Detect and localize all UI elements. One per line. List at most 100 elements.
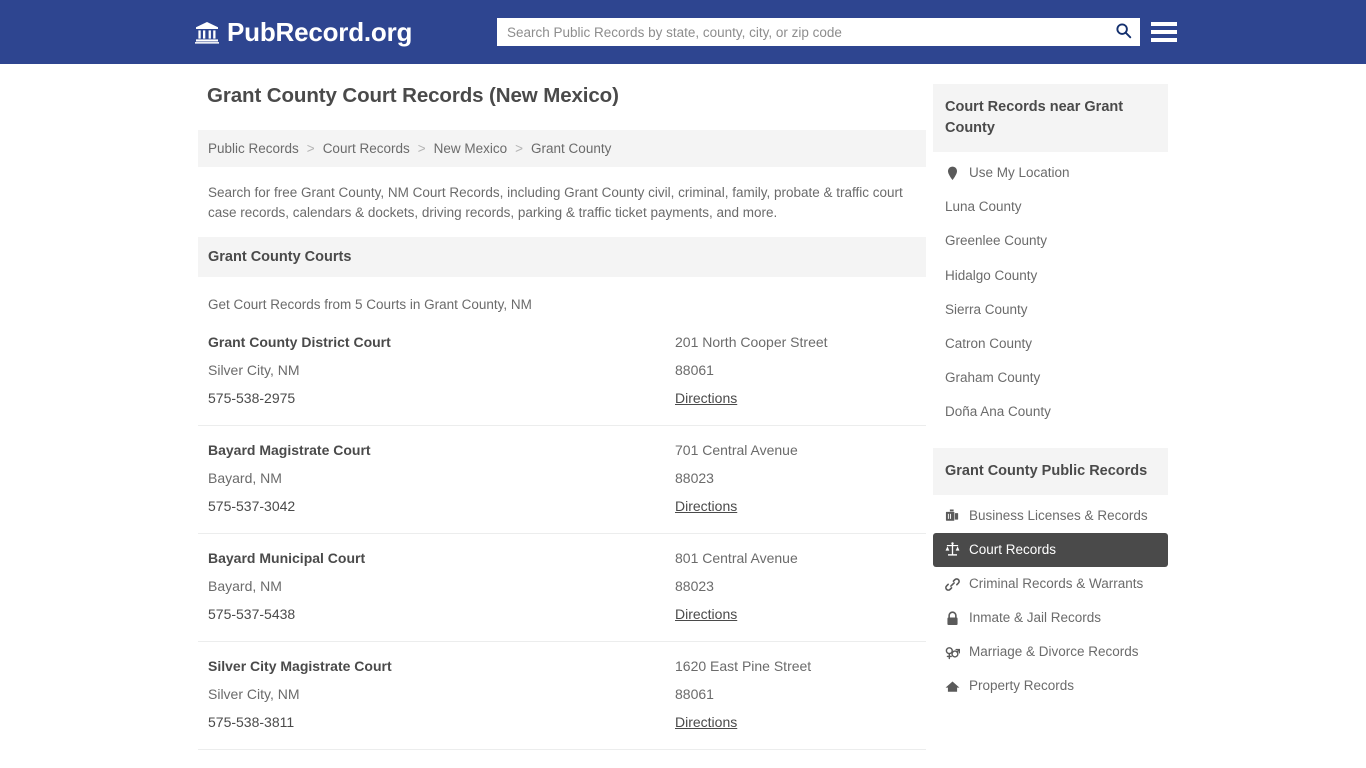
sidebar-item-inmate-jail-records[interactable]: Inmate & Jail Records [933, 601, 1168, 635]
breadcrumb-item-court-records[interactable]: Court Records [323, 141, 410, 156]
sidebar-item-label: Marriage & Divorce Records [969, 644, 1139, 660]
court-row: Silver City Magistrate Court Silver City,… [198, 642, 926, 750]
sidebar-item-graham-county[interactable]: Graham County [933, 361, 1168, 395]
breadcrumb-item-new-mexico[interactable]: New Mexico [434, 141, 508, 156]
court-info-right: 801 Central Avenue 88023 Directions [675, 550, 916, 624]
court-zip-code: 88023 [675, 577, 714, 594]
court-zip-code: 88061 [675, 361, 714, 378]
court-phone[interactable]: 575-538-2975 [208, 390, 675, 406]
court-row: Bayard Magistrate Court Bayard, NM 575-537… [198, 426, 926, 534]
site-logo-link[interactable]: PubRecord.org [195, 19, 412, 45]
sidebar-item-label: Hidalgo County [945, 267, 1038, 283]
court-name[interactable]: Bayard Magistrate Court [208, 442, 675, 458]
sidebar-item-luna-county[interactable]: Luna County [933, 190, 1168, 224]
court-city: Bayard, NM [208, 469, 282, 486]
sidebar-item-hidalgo-county[interactable]: Hidalgo County [933, 259, 1168, 293]
court-street-address: 201 North Cooper Street [675, 333, 828, 350]
hamburger-bar-3 [1151, 38, 1177, 42]
sidebar-item-label: Criminal Records & Warrants [969, 575, 1144, 591]
hamburger-bar-2 [1151, 30, 1177, 34]
court-info-right: 1620 East Pine Street 88061 Directions [675, 658, 916, 732]
site-logo-text: PubRecord.org [227, 17, 413, 47]
search-button[interactable] [1106, 18, 1140, 46]
court-phone[interactable]: 575-538-3811 [208, 714, 675, 730]
search-input[interactable] [497, 18, 1106, 46]
court-directions-link[interactable]: Directions [675, 498, 737, 514]
sidebar-item-label: Inmate & Jail Records [969, 610, 1102, 626]
court-street-address: 701 Central Avenue [675, 441, 798, 458]
sidebar-item-criminal-records-warrants[interactable]: Criminal Records & Warrants [933, 567, 1168, 601]
breadcrumb-item-grant-county[interactable]: Grant County [531, 141, 611, 156]
page-body: Grant County Court Records (New Mexico) … [0, 64, 1366, 768]
sidebar-item-business-licenses-records[interactable]: Business Licenses & Records [933, 499, 1168, 533]
court-row: Grant County District Court Silver City, … [198, 318, 926, 426]
court-directions-link[interactable]: Directions [675, 714, 737, 730]
breadcrumb-separator: > [417, 141, 426, 156]
search-bar[interactable] [497, 18, 1140, 46]
breadcrumb: Public Records > Court Records > New Mexico >… [208, 141, 916, 156]
sidebar-item-label: Luna County [945, 199, 1022, 215]
sidebar-item-label: Property Records [969, 678, 1075, 694]
court-zip-code: 88061 [675, 685, 714, 702]
scales-of-justice-icon [945, 542, 960, 557]
house-icon [945, 679, 960, 694]
sidebar-item-label: Sierra County [945, 301, 1028, 317]
court-row: Bayard Municipal Court Bayard, NM 575-537-… [198, 534, 926, 642]
sidebar-item-label: Business Licenses & Records [969, 507, 1148, 523]
sidebar-item-label: Doña Ana County [945, 404, 1051, 420]
briefcase-icon [945, 508, 960, 523]
main-column: Grant County Court Records (New Mexico) … [198, 84, 926, 768]
sidebar-item-label: Greenlee County [945, 233, 1048, 249]
court-info-right: 701 Central Avenue 88023 Directions [675, 442, 916, 516]
court-list: Grant County District Court Silver City, … [198, 318, 926, 768]
courts-section-heading: Grant County Courts [198, 236, 926, 277]
breadcrumb-bar: Public Records > Court Records > New Mexico >… [198, 130, 926, 167]
search-icon [1115, 22, 1132, 42]
site-header: PubRecord.org [0, 0, 1366, 64]
court-name[interactable]: Grant County District Court [208, 334, 675, 350]
hamburger-menu-icon[interactable] [1151, 19, 1177, 45]
map-pin-icon [945, 166, 960, 181]
court-info-left: Grant County District Court Silver City, … [208, 334, 675, 408]
sidebar-item-label: Court Records [969, 541, 1057, 557]
court-info-left: Bayard Magistrate Court Bayard, NM 575-537… [208, 442, 675, 516]
court-row: Silver City Municipal CourtSilver City, … [198, 750, 926, 768]
court-city: Silver City, NM [208, 361, 300, 378]
breadcrumb-separator: > [515, 141, 524, 156]
intro-description: Search for free Grant County, NM Court R… [208, 185, 903, 220]
court-street-address: 1620 East Pine Street [675, 657, 812, 674]
sidebar-item-sierra-county[interactable]: Sierra County [933, 293, 1168, 327]
sidebar-item-label: Catron County [945, 335, 1033, 351]
page-title: Grant County Court Records (New Mexico) [207, 84, 619, 107]
hamburger-bar-1 [1151, 22, 1177, 26]
sidebar: Court Records near Grant County Use My L… [933, 84, 1168, 704]
nearby-records-heading: Court Records near Grant County [933, 84, 1168, 153]
breadcrumb-item-public-records[interactable]: Public Records [208, 141, 299, 156]
sidebar-item-do-a-ana-county[interactable]: Doña Ana County [933, 395, 1168, 429]
sidebar-item-property-records[interactable]: Property Records [933, 669, 1168, 703]
chain-link-icon [945, 577, 960, 592]
public-records-list: Business Licenses & Records Court Records… [933, 499, 1168, 704]
court-name[interactable]: Silver City Magistrate Court [208, 658, 675, 674]
court-zip-code: 88023 [675, 469, 714, 486]
court-info-left: Silver City Magistrate Court Silver City,… [208, 658, 675, 732]
sidebar-item-label: Graham County [945, 370, 1041, 386]
sidebar-item-catron-county[interactable]: Catron County [933, 327, 1168, 361]
court-city: Silver City, NM [208, 685, 300, 702]
sidebar-item-marriage-divorce-records[interactable]: Marriage & Divorce Records [933, 635, 1168, 669]
court-phone[interactable]: 575-537-5438 [208, 606, 675, 622]
sidebar-item-greenlee-county[interactable]: Greenlee County [933, 224, 1168, 258]
sidebar-item-court-records[interactable]: Court Records [933, 532, 1168, 567]
court-street-address: 801 Central Avenue [675, 549, 798, 566]
court-name[interactable]: Bayard Municipal Court [208, 550, 675, 566]
court-directions-link[interactable]: Directions [675, 606, 737, 622]
court-city: Bayard, NM [208, 577, 282, 594]
bank-icon [195, 20, 219, 44]
court-phone[interactable]: 575-537-3042 [208, 498, 675, 514]
sidebar-item-label: Use My Location [969, 165, 1070, 181]
lock-icon [945, 611, 960, 626]
court-directions-link[interactable]: Directions [675, 390, 737, 406]
content-container: Grant County Court Records (New Mexico) … [198, 84, 1168, 768]
sidebar-item-use-my-location[interactable]: Use My Location [933, 156, 1168, 190]
